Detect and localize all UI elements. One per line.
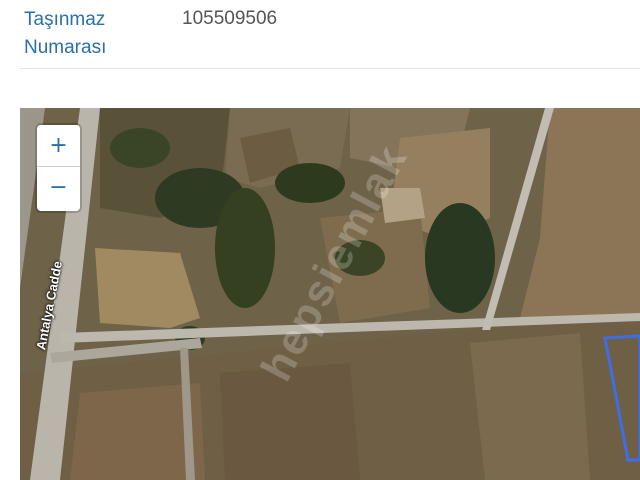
satellite-map[interactable]: hepsiemlak Antalya Cadde + − [20,108,640,480]
vegetation [110,128,170,168]
zoom-out-button[interactable]: − [37,167,80,209]
vegetation [215,188,275,308]
parcel-number-label: Taşınmaz Numarası [24,9,107,58]
zoom-in-button[interactable]: + [37,125,80,167]
vegetation [275,163,345,203]
vegetation [425,203,495,313]
field-patch [470,333,590,480]
parcel-number-value: 105509506 [182,8,278,29]
property-info-row: Taşınmaz Numarası 105509506 [20,0,640,69]
zoom-control: + − [37,125,80,211]
